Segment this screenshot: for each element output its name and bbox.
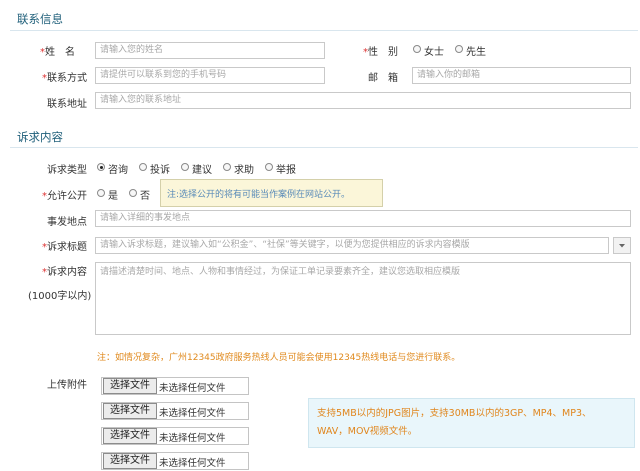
section-title-request: 诉求内容 — [17, 130, 63, 144]
template-dropdown-button[interactable] — [613, 237, 631, 254]
type-option-consult: 咨询 — [108, 165, 128, 176]
type-radio-complaint[interactable] — [139, 163, 147, 171]
choose-file-button-1[interactable]: 选择文件 — [103, 378, 157, 394]
choose-file-button-3[interactable]: 选择文件 — [103, 428, 157, 444]
no-file-text-3: 未选择任何文件 — [159, 433, 226, 444]
file-input-3[interactable]: 选择文件 未选择任何文件 — [101, 427, 249, 445]
type-radio-help[interactable] — [223, 163, 231, 171]
section-divider — [10, 147, 638, 148]
phone-label: *联系方式 — [42, 73, 87, 84]
location-input[interactable]: 请输入详细的事发地点 — [95, 210, 631, 227]
address-input[interactable]: 请输入您的联系地址 — [95, 92, 631, 109]
public-option-yes: 是 — [108, 191, 118, 202]
gender-option-female: 女士 — [424, 47, 444, 58]
public-option-no: 否 — [140, 191, 150, 202]
public-radio-no[interactable] — [129, 189, 137, 197]
file-input-4[interactable]: 选择文件 未选择任何文件 — [101, 452, 249, 470]
chevron-down-icon — [619, 244, 625, 248]
address-label: 联系地址 — [47, 99, 87, 110]
upload-info-box: 支持5MB以内的JPG图片，支持30MB以内的3GP、MP4、MP3、 WAV，… — [308, 398, 635, 448]
upload-info-line-1: 支持5MB以内的JPG图片，支持30MB以内的3GP、MP4、MP3、 — [317, 408, 592, 419]
no-file-text-1: 未选择任何文件 — [159, 383, 226, 394]
file-input-1[interactable]: 选择文件 未选择任何文件 — [101, 377, 249, 395]
gender-radio-female[interactable] — [413, 45, 421, 53]
content-label: *诉求内容 — [42, 267, 87, 278]
choose-file-button-4[interactable]: 选择文件 — [103, 453, 157, 469]
type-radio-report[interactable] — [265, 163, 273, 171]
phone-input[interactable]: 请提供可以联系到您的手机号码 — [95, 67, 325, 84]
type-option-suggestion: 建议 — [192, 165, 212, 176]
no-file-text-2: 未选择任何文件 — [159, 408, 226, 419]
email-label: 邮 箱 — [368, 73, 398, 84]
title-label: *诉求标题 — [42, 242, 87, 253]
public-label: *允许公开 — [42, 191, 87, 202]
name-input[interactable]: 请输入您的姓名 — [95, 42, 325, 59]
content-limit-label: (1000字以内) — [28, 291, 92, 302]
name-label: *姓 名 — [40, 47, 75, 58]
gender-label: *性 别 — [363, 47, 398, 58]
no-file-text-4: 未选择任何文件 — [159, 458, 226, 469]
type-radio-consult[interactable] — [97, 163, 105, 171]
content-textarea[interactable]: 请描述清楚时间、地点、人物和事情经过，为保证工单记录要素齐全，建议您选取相应模版 — [95, 262, 631, 335]
email-input[interactable]: 请输入你的邮箱 — [412, 67, 631, 84]
choose-file-button-2[interactable]: 选择文件 — [103, 403, 157, 419]
title-input[interactable]: 请输入诉求标题，建议输入如“公积金”、“社保”等关键字，以便为您提供相应的诉求内… — [95, 237, 609, 254]
type-option-report: 举报 — [276, 165, 296, 176]
type-option-complaint: 投诉 — [150, 165, 170, 176]
gender-option-male: 先生 — [466, 47, 486, 58]
type-option-help: 求助 — [234, 165, 254, 176]
public-tip: 注:选择公开的将有可能当作案例在网站公开。 — [160, 179, 383, 207]
section-title-contact: 联系信息 — [17, 12, 63, 26]
location-label: 事发地点 — [47, 217, 87, 228]
hotline-note: 注：如情况复杂，广州12345政府服务热线人员可能会使用12345热线电话与您进… — [97, 353, 461, 363]
type-radio-suggestion[interactable] — [181, 163, 189, 171]
public-radio-yes[interactable] — [97, 189, 105, 197]
section-divider — [10, 30, 638, 31]
file-input-2[interactable]: 选择文件 未选择任何文件 — [101, 402, 249, 420]
request-type-label: 诉求类型 — [47, 165, 87, 176]
upload-info-line-2: WAV，MOV视频文件。 — [317, 426, 418, 437]
attachments-label: 上传附件 — [47, 380, 87, 391]
gender-radio-male[interactable] — [455, 45, 463, 53]
